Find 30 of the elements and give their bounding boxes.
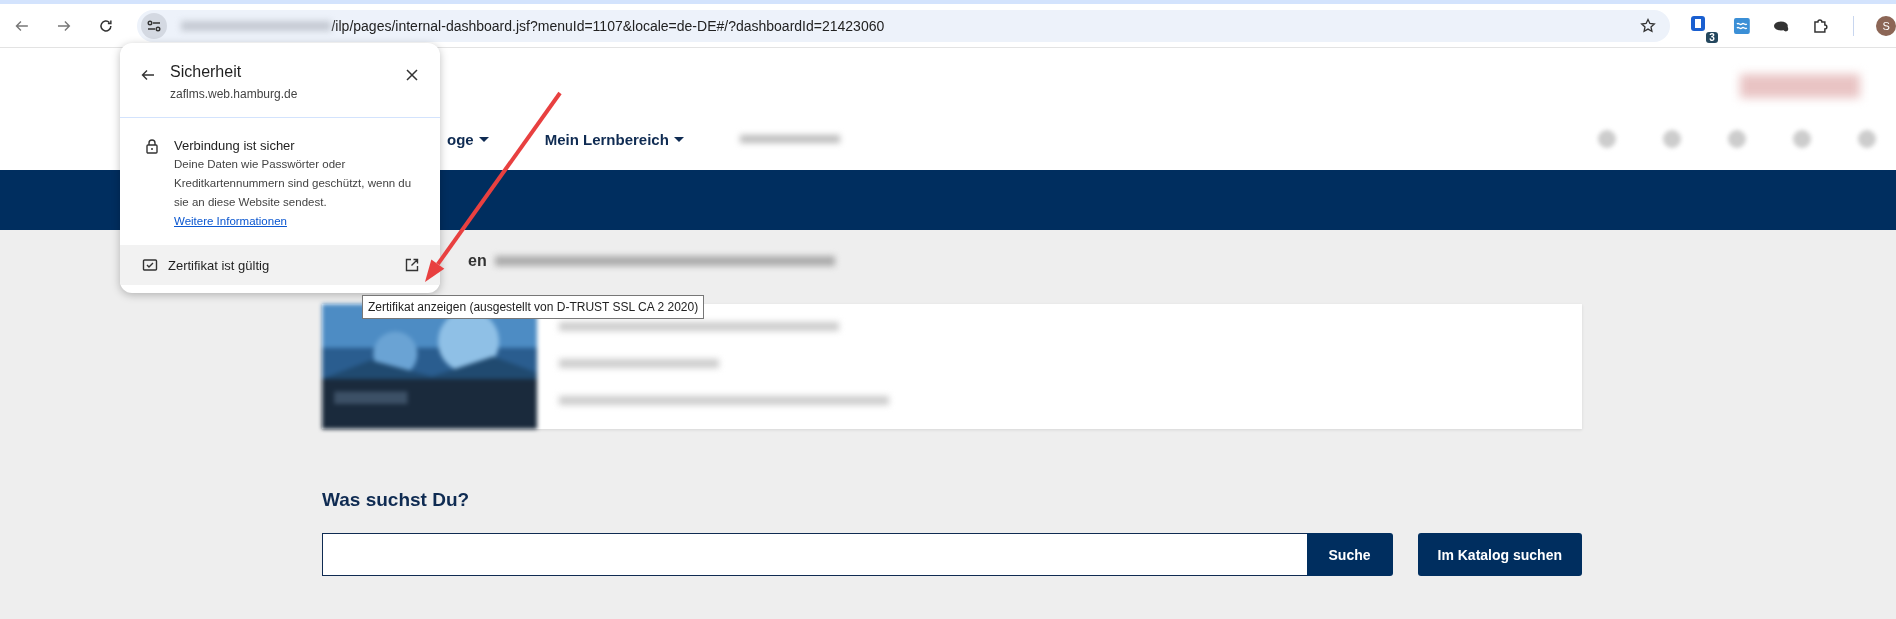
url-text: /ilp/pages/internal-dashboard.jsf?menuId=1107&locale=de-DE#/?dashboardId=21423060 (331, 17, 885, 34)
section-heading: en (468, 252, 487, 270)
caret-icon (673, 136, 684, 142)
external-link-icon[interactable] (404, 257, 420, 273)
tooltip: Zertifikat anzeigen (ausgestellt von D-TRUST SSL CA 2 2020) (362, 295, 705, 319)
course-card[interactable] (322, 304, 1582, 429)
caret-icon (478, 136, 489, 142)
search-field[interactable] (322, 533, 1307, 576)
more-info-link[interactable]: Weitere Informationen (174, 215, 287, 227)
site-host: zaflms.web.hamburg.de (170, 87, 299, 101)
lock-icon (144, 138, 160, 154)
close-icon[interactable] (404, 67, 420, 83)
address-bar[interactable]: /ilp/pages/internal-dashboard.jsf?menuId=1107&locale=de-DE#/?dashboardId=21423060 (137, 9, 1671, 42)
back-arrow-icon[interactable] (140, 67, 156, 83)
nav-menu-item[interactable]: Mein Lernbereich (544, 130, 684, 148)
connection-title: Verbindung ist sicher (174, 138, 296, 153)
reload-icon[interactable] (97, 17, 114, 34)
site-info-button[interactable] (141, 12, 168, 39)
star-icon[interactable] (1640, 17, 1657, 34)
nav-menu-item[interactable]: oge (447, 130, 489, 148)
connection-description: Deine Daten wie Passwörter oder Kreditkartennummern sind geschützt, wenn du sie an diese Website sendest. Weitere Informationen (174, 157, 413, 229)
certificate-label: Zertifikat ist gültig (168, 257, 271, 273)
extension-badge: 3 (1706, 31, 1718, 43)
search-button[interactable]: Suche (1306, 533, 1393, 576)
certificate-row[interactable]: Zertifikat ist gültig (120, 245, 440, 285)
catalog-search-button[interactable]: Im Katalog suchen (1417, 533, 1582, 576)
search-heading: Was suchst Du? (322, 489, 471, 511)
popup-title: Sicherheit (170, 63, 243, 81)
certificate-icon (142, 257, 158, 273)
profile-avatar[interactable]: S (1876, 15, 1896, 36)
